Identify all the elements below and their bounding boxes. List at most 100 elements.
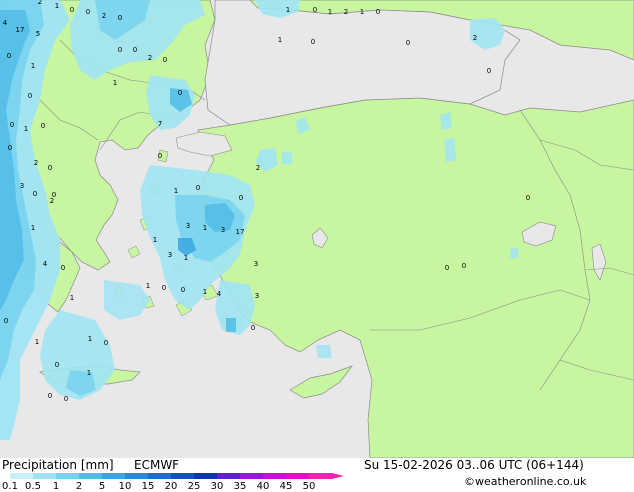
precip-value-label: 1 xyxy=(87,369,91,377)
precip-value-label: 1 xyxy=(203,288,207,296)
precip-value-label: 1 xyxy=(24,125,28,133)
precip-value-label: 0 xyxy=(41,122,45,130)
precip-value-label: 3 xyxy=(221,226,225,234)
precip-value-label: 0 xyxy=(118,46,122,54)
scale-swatch xyxy=(286,473,309,479)
precip-value-label: 0 xyxy=(70,6,74,14)
precip-value-label: 3 xyxy=(255,292,259,300)
precip-value-label: 5 xyxy=(36,30,40,38)
credit: ©weatheronline.co.uk xyxy=(464,475,587,488)
precip-value-label: 0 xyxy=(239,194,243,202)
precip-value-label: 1 xyxy=(146,282,150,290)
scale-tick-label: 1 xyxy=(52,481,60,492)
scale-tick-label: 2 xyxy=(75,481,83,492)
model-name: ECMWF xyxy=(134,458,180,472)
precip-value-label: 7 xyxy=(158,120,162,128)
precip-value-label: 0 xyxy=(313,6,317,14)
precip-value-label: 1 xyxy=(286,6,290,14)
precip-value-label: 0 xyxy=(52,191,56,199)
scale-swatch xyxy=(56,473,79,479)
valid-datetime: Su 15-02-2026 03..06 UTC (06+144) xyxy=(364,458,584,472)
precip-value-label: 1 xyxy=(278,36,282,44)
precip-value-label: 0 xyxy=(163,56,167,64)
precip-value-label: 0 xyxy=(376,8,380,16)
precip-value-label: 1 xyxy=(55,2,59,10)
precip-value-label: 0 xyxy=(445,264,449,272)
precip-value-label: 3 xyxy=(254,260,258,268)
scale-tick-label: 35 xyxy=(233,481,247,492)
precip-value-label: 0 xyxy=(133,46,137,54)
scale-swatch xyxy=(125,473,148,479)
scale-swatch xyxy=(240,473,263,479)
precip-value-label: 1 xyxy=(70,294,74,302)
precip-value-label: 2 xyxy=(148,54,152,62)
scale-tick-label: 20 xyxy=(164,481,178,492)
precip-value-label: 0 xyxy=(158,152,162,160)
precip-value-label: 0 xyxy=(462,262,466,270)
precip-value-label: 1 xyxy=(35,338,39,346)
scale-tick-label: 5 xyxy=(98,481,106,492)
precip-value-label: 2 xyxy=(38,0,42,6)
precip-value-label: 4 xyxy=(217,290,222,298)
scale-swatch xyxy=(33,473,56,479)
scale-swatch xyxy=(194,473,217,479)
precip-value-label: 0 xyxy=(48,164,52,172)
precip-value-label: 17 xyxy=(16,26,25,34)
precip-value-label: 0 xyxy=(8,144,12,152)
precip-value-label: 0 xyxy=(104,339,108,347)
precip-value-label: 0 xyxy=(61,264,65,272)
precip-value-label: 0 xyxy=(526,194,530,202)
precip-value-label: 0 xyxy=(4,317,8,325)
precip-value-label: 2 xyxy=(256,164,260,172)
scale-swatch xyxy=(217,473,240,479)
precip-value-label: 4 xyxy=(3,19,8,27)
scale-arrow xyxy=(332,473,344,479)
precip-value-label: 2 xyxy=(102,12,106,20)
precip-value-label: 0 xyxy=(48,392,52,400)
precip-value-label: 17 xyxy=(236,228,245,236)
scale-swatch xyxy=(171,473,194,479)
scale-swatch xyxy=(148,473,171,479)
scale-tick-label: 10 xyxy=(118,481,132,492)
precip-value-label: 1 xyxy=(328,8,332,16)
precip-value-label: 1 xyxy=(184,254,188,262)
precip-value-label: 0 xyxy=(196,184,200,192)
precip-value-label: 0 xyxy=(311,38,315,46)
precip-value-label: 1 xyxy=(113,79,117,87)
precip-value-label: 0 xyxy=(181,286,185,294)
precip-value-label: 0 xyxy=(10,121,14,129)
scale-tick-label: 0.1 xyxy=(2,481,18,492)
precip-value-label: 1 xyxy=(31,224,35,232)
scale-tick-label: 0.5 xyxy=(25,481,41,492)
precip-value-label: 1 xyxy=(31,62,35,70)
precip-value-label: 4 xyxy=(43,260,48,268)
precip-value-label: 0 xyxy=(64,395,68,403)
precip-value-label: 0 xyxy=(28,92,32,100)
precip-value-label: 0 xyxy=(118,14,122,22)
scale-tick-label: 40 xyxy=(256,481,270,492)
legend-footer: Precipitation [mm] ECMWF Su 15-02-2026 0… xyxy=(0,458,634,492)
precip-value-label: 1 xyxy=(88,335,92,343)
scale-tick-label: 15 xyxy=(141,481,155,492)
scale-swatch xyxy=(102,473,125,479)
scale-tick-label: 25 xyxy=(187,481,201,492)
precip-value-label: 1 xyxy=(360,8,364,16)
precip-value-label: 0 xyxy=(406,39,410,47)
precip-value-label: 0 xyxy=(487,67,491,75)
scale-swatch xyxy=(79,473,102,479)
precip-value-label: 0 xyxy=(86,8,90,16)
legend-title: Precipitation [mm] xyxy=(2,458,114,472)
scale-swatch xyxy=(10,473,33,479)
map-canvas: 4 2 1 0 0 2 0 17 5 0 1 0 0 2 0 1 0 0 1 0 0 2 0 7 0 0 2 3 2 0 0 1 0 3 1 1 0 1 3… xyxy=(0,0,634,459)
precip-value-label: 1 xyxy=(153,236,157,244)
scale-tick-label: 30 xyxy=(210,481,224,492)
scale-tick-label: 50 xyxy=(302,481,316,492)
precip-value-label: 2 xyxy=(344,8,348,16)
precipitation-map: 4 2 1 0 0 2 0 17 5 0 1 0 0 2 0 1 0 0 1 0 0 2 0 7 0 0 2 3 2 0 0 1 0 3 1 1 0 1 3… xyxy=(0,0,634,459)
precip-value-label: 3 xyxy=(168,251,172,259)
precip-value-label: 0 xyxy=(178,89,182,97)
precip-value-label: 0 xyxy=(162,284,166,292)
precip-value-label: 1 xyxy=(174,187,178,195)
precip-value-label: 2 xyxy=(34,159,38,167)
scale-swatch xyxy=(263,473,286,479)
